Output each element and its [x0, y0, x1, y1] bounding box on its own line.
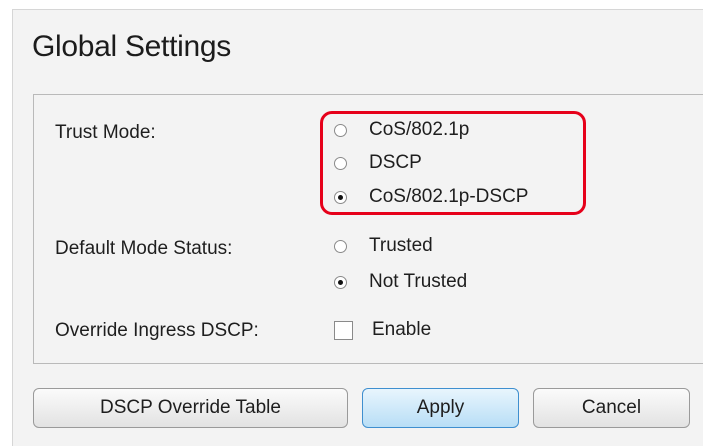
- default-mode-option-trusted[interactable]: Trusted: [334, 233, 433, 259]
- page-title: Global Settings: [32, 30, 231, 63]
- enable-checkbox[interactable]: [334, 320, 353, 340]
- option-label: Not Trusted: [369, 271, 468, 292]
- radio-button-selected[interactable]: [334, 275, 347, 289]
- checkbox-label: Enable: [372, 319, 432, 340]
- option-label: Trusted: [369, 235, 433, 256]
- apply-button[interactable]: Apply: [362, 388, 519, 428]
- annotation-highlight-box: [320, 111, 586, 215]
- trust-mode-label: Trust Mode:: [55, 122, 156, 143]
- cancel-button[interactable]: Cancel: [533, 388, 690, 428]
- default-mode-status-label: Default Mode Status:: [55, 238, 233, 259]
- default-mode-option-not-trusted[interactable]: Not Trusted: [334, 269, 467, 295]
- override-ingress-dscp-label: Override Ingress DSCP:: [55, 320, 259, 341]
- radio-button[interactable]: [334, 239, 347, 253]
- dscp-override-table-button[interactable]: DSCP Override Table: [33, 388, 348, 428]
- override-ingress-dscp-option[interactable]: Enable: [334, 317, 431, 343]
